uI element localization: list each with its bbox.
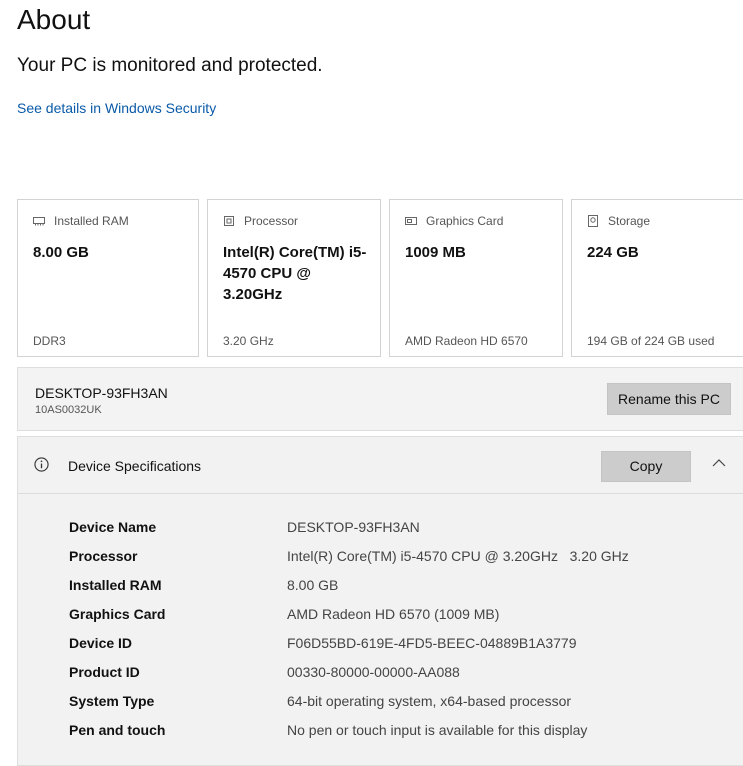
card-footer: AMD Radeon HD 6570 bbox=[405, 334, 528, 348]
card-value: 1009 MB bbox=[405, 244, 466, 261]
device-specifications-title: Device Specifications bbox=[68, 458, 202, 474]
card-storage: Storage 224 GB 194 GB of 224 GB used bbox=[571, 199, 743, 357]
spec-value: 8.00 GB bbox=[287, 577, 339, 593]
spec-value: Intel(R) Core(TM) i5-4570 CPU @ 3.20GHz … bbox=[287, 548, 629, 564]
card-value: Intel(R) Core(TM) i5-4570 CPU @ 3.20GHz bbox=[223, 244, 367, 303]
spec-key: Graphics Card bbox=[69, 606, 166, 622]
spec-key: System Type bbox=[69, 693, 155, 709]
spec-key: Device ID bbox=[69, 635, 133, 651]
spec-key: Processor bbox=[69, 548, 138, 564]
spec-row: Pen and touch No pen or touch input is a… bbox=[69, 722, 743, 751]
card-graphics: Graphics Card 1009 MB AMD Radeon HD 6570 bbox=[389, 199, 563, 357]
spec-list: Device Name DESKTOP-93FH3AN Processor In… bbox=[69, 519, 743, 751]
protection-status-text: Your PC is monitored and protected. bbox=[17, 55, 323, 76]
graphics-card-icon bbox=[405, 217, 417, 225]
spec-key: Pen and touch bbox=[69, 722, 166, 738]
device-specifications-header[interactable]: Device Specifications Copy bbox=[18, 437, 743, 494]
spec-value: 64-bit operating system, x64-based proce… bbox=[287, 693, 572, 709]
spec-row: Processor Intel(R) Core(TM) i5-4570 CPU … bbox=[69, 548, 743, 577]
spec-row: Product ID 00330-80000-00000-AA088 bbox=[69, 664, 743, 693]
chevron-up-icon[interactable] bbox=[712, 458, 726, 468]
rename-pc-button[interactable]: Rename this PC bbox=[607, 383, 731, 415]
spec-key: Product ID bbox=[69, 664, 140, 680]
spec-row: System Type 64-bit operating system, x64… bbox=[69, 693, 743, 722]
card-footer: 194 GB of 224 GB used bbox=[587, 334, 715, 348]
spec-value: No pen or touch input is available for t… bbox=[287, 722, 588, 738]
spec-value: F06D55BD-619E-4FD5-BEEC-04889B1A3779 bbox=[287, 635, 577, 651]
spec-cards: Installed RAM 8.00 GB DDR3 Processor Int… bbox=[17, 199, 743, 359]
windows-security-link[interactable]: See details in Windows Security bbox=[17, 100, 216, 116]
spec-row: Device ID F06D55BD-619E-4FD5-BEEC-04889B… bbox=[69, 635, 743, 664]
info-icon bbox=[34, 457, 49, 472]
page-title: About bbox=[17, 4, 91, 35]
storage-icon bbox=[588, 215, 598, 227]
spec-value: 00330-80000-00000-AA088 bbox=[287, 664, 460, 680]
card-footer: 3.20 GHz bbox=[223, 334, 274, 348]
spec-row: Device Name DESKTOP-93FH3AN bbox=[69, 519, 743, 548]
pc-model: 10AS0032UK bbox=[35, 404, 102, 416]
spec-row: Graphics Card AMD Radeon HD 6570 (1009 M… bbox=[69, 606, 743, 635]
card-value: 8.00 GB bbox=[33, 244, 89, 261]
processor-icon bbox=[224, 216, 234, 226]
card-processor: Processor Intel(R) Core(TM) i5-4570 CPU … bbox=[207, 199, 381, 357]
pc-name-row: DESKTOP-93FH3AN 10AS0032UK Rename this P… bbox=[17, 367, 743, 431]
card-label: Processor bbox=[244, 214, 299, 228]
card-installed-ram: Installed RAM 8.00 GB DDR3 bbox=[17, 199, 199, 357]
pc-name: DESKTOP-93FH3AN bbox=[35, 385, 168, 401]
device-specifications-panel: Device Specifications Copy Device Name D… bbox=[17, 436, 743, 766]
copy-button[interactable]: Copy bbox=[601, 451, 691, 482]
spec-row: Installed RAM 8.00 GB bbox=[69, 577, 743, 606]
card-label: Installed RAM bbox=[54, 214, 129, 228]
ram-icon bbox=[33, 217, 45, 226]
card-label: Storage bbox=[608, 214, 651, 228]
spec-value: DESKTOP-93FH3AN bbox=[287, 519, 420, 535]
card-footer: DDR3 bbox=[33, 334, 66, 348]
spec-key: Installed RAM bbox=[69, 577, 162, 593]
spec-key: Device Name bbox=[69, 519, 157, 535]
card-value: 224 GB bbox=[587, 244, 639, 261]
spec-value: AMD Radeon HD 6570 (1009 MB) bbox=[287, 606, 500, 622]
card-label: Graphics Card bbox=[426, 214, 504, 228]
